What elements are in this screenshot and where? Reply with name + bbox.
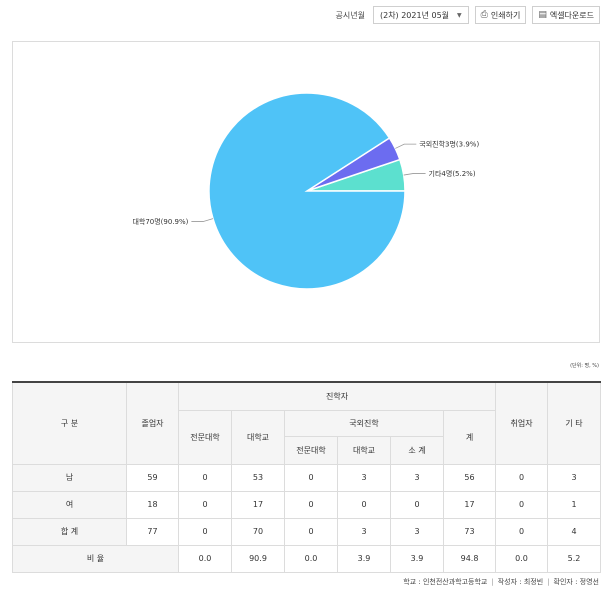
school-name: 학교 : 인천전산과학고등학교 <box>403 578 488 586</box>
cell: 3.9 <box>337 544 391 573</box>
excel-download-button[interactable]: ▤ 엑셀다운로드 <box>532 6 600 24</box>
cell: 5.2 <box>547 544 602 573</box>
cell: 94.8 <box>442 544 497 573</box>
header-gubun: 구 분 <box>12 381 127 465</box>
print-button[interactable]: ⎙ 인쇄하기 <box>474 6 527 24</box>
header-graduates: 졸업자 <box>126 381 179 465</box>
cell: 3 <box>337 463 391 492</box>
excel-icon: ▤ <box>538 10 547 20</box>
pie-leader-line <box>403 173 426 176</box>
header-ov-subtotal: 소 계 <box>390 435 444 465</box>
pie-slice-label: 대학70명(90.9%) <box>132 217 188 226</box>
cell: 53 <box>231 463 285 492</box>
table-row: 여 18 0 17 0 0 0 17 0 1 <box>12 490 602 519</box>
cell: 0 <box>178 517 232 546</box>
pie-chart: 대학70명(90.9%) 국외진학3명(3.9%) 기타4명(5.2%) <box>132 92 479 290</box>
period-select[interactable]: (2차) 2021년 05월 ▼ <box>372 6 469 24</box>
cell: 3 <box>390 463 444 492</box>
header-employed: 취업자 <box>495 381 549 465</box>
chart-container: 대학70명(90.9%) 국외진학3명(3.9%) 기타4명(5.2%) <box>12 41 600 343</box>
cell: 3 <box>547 463 602 492</box>
unit-note: (단위: 명, %) <box>570 363 599 369</box>
header-total: 계 <box>442 409 497 465</box>
cell: 0 <box>337 490 391 519</box>
cell: 77 <box>126 517 179 546</box>
table-row: 합 계 77 0 70 0 3 3 73 0 4 <box>12 517 602 546</box>
divider: | <box>547 578 550 586</box>
cell: 4 <box>547 517 602 546</box>
pie-slice-label: 국외진학3명(3.9%) <box>419 140 479 149</box>
pie-slice-label: 기타4명(5.2%) <box>429 169 476 178</box>
cell: 90.9 <box>231 544 285 573</box>
header-overseas: 국외진학 <box>284 409 444 437</box>
header-other: 기 타 <box>547 381 602 465</box>
cell: 0.0 <box>495 544 549 573</box>
row-label: 합 계 <box>12 517 127 546</box>
cell: 0 <box>495 517 549 546</box>
cell: 1 <box>547 490 602 519</box>
cell: 0 <box>178 490 232 519</box>
divider: | <box>491 578 494 586</box>
signature-line: 학교 : 인천전산과학고등학교 | 작성자 : 최정빈 | 확인자 : 정영선 <box>403 577 599 587</box>
cell: 17 <box>442 490 497 519</box>
header-university: 대학교 <box>231 409 285 465</box>
row-label: 비 율 <box>12 544 179 573</box>
row-label: 남 <box>12 463 127 492</box>
writer-name: 작성자 : 최정빈 <box>497 578 544 586</box>
table-row: 남 59 0 53 0 3 3 56 0 3 <box>12 463 602 492</box>
print-button-label: 인쇄하기 <box>490 10 521 20</box>
cell: 0 <box>390 490 444 519</box>
advancement-table: 구 분 졸업자 진학자 취업자 기 타 전문대학 대학교 국외진학 계 전문대학… <box>12 381 602 573</box>
excel-button-label: 엑셀다운로드 <box>549 10 594 20</box>
header-advancing: 진학자 <box>177 381 497 411</box>
cell: 0 <box>178 463 232 492</box>
cell: 3 <box>337 517 391 546</box>
cell: 18 <box>126 490 179 519</box>
cell: 59 <box>126 463 179 492</box>
row-label: 여 <box>12 490 127 519</box>
cell: 56 <box>442 463 497 492</box>
cell: 70 <box>231 517 285 546</box>
pie-leader-line <box>191 218 214 222</box>
period-label: 공시년월 <box>335 10 365 20</box>
printer-icon: ⎙ <box>480 10 488 20</box>
toolbar: 공시년월 (2차) 2021년 05월 ▼ ⎙ 인쇄하기 ▤ 엑셀다운로드 <box>336 6 600 24</box>
cell: 3 <box>390 517 444 546</box>
pie-leader-line <box>395 143 417 149</box>
cell: 0 <box>284 463 338 492</box>
header-junior-college: 전문대학 <box>178 409 232 465</box>
cell: 0 <box>495 463 549 492</box>
cell: 17 <box>231 490 285 519</box>
cell: 73 <box>442 517 497 546</box>
cell: 0 <box>284 490 338 519</box>
cell: 3.9 <box>390 544 444 573</box>
chevron-down-icon: ▼ <box>457 11 462 19</box>
period-select-value: (2차) 2021년 05월 <box>379 10 450 20</box>
header-ov-university: 대학교 <box>337 435 391 465</box>
table-row-ratio: 비 율 0.0 90.9 0.0 3.9 3.9 94.8 0.0 5.2 <box>12 544 602 573</box>
cell: 0 <box>284 517 338 546</box>
cell: 0.0 <box>178 544 232 573</box>
checker-name: 확인자 : 정영선 <box>553 578 599 586</box>
cell: 0 <box>495 490 549 519</box>
cell: 0.0 <box>284 544 338 573</box>
pie-slice[interactable] <box>208 92 406 290</box>
header-ov-junior-college: 전문대학 <box>284 435 338 465</box>
